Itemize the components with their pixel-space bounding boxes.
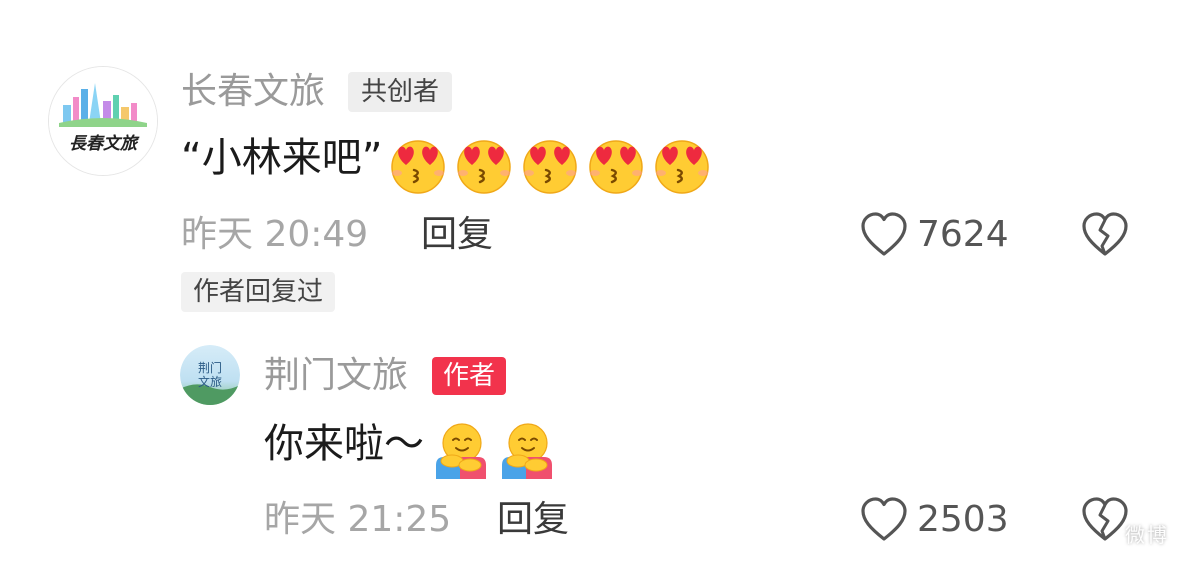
reply-body: 你来啦～ [264,420,556,485]
reply-dislike-broken-heart-icon[interactable] [1081,497,1129,543]
reply-like-heart-icon[interactable] [860,497,908,543]
weibo-watermark: 微博 [1125,523,1169,547]
comment-body: “小林来吧” [181,134,712,199]
smiling-face-with-heart-eyes-icon [388,135,448,199]
svg-text:荆门: 荆门 [198,360,222,375]
co-creator-badge: 共创者 [348,72,453,112]
avatar-jingmen-wenlv[interactable]: 荆门 文旅 [180,345,240,405]
hugging-face-icon [430,421,490,485]
comment-reply-button[interactable]: 回复 [421,215,493,255]
comment-text: “小林来吧” [181,135,383,181]
author-replied-tag[interactable]: 作者回复过 [181,272,336,312]
jingmen-logo-icon: 荆门 文旅 [180,345,240,405]
smiling-face-with-heart-eyes-icon [652,135,712,199]
author-badge: 作者 [432,357,507,395]
changchun-logo-icon: 長春文旅 [49,67,157,175]
like-heart-icon[interactable] [860,212,908,258]
comment-like-count: 7624 [917,214,1009,255]
comment-timestamp: 昨天 20:49 [181,214,369,255]
reply-text: 你来啦～ [264,421,424,467]
reply-reply-button[interactable]: 回复 [497,500,569,540]
reply-emoji-row [424,422,556,479]
smiling-face-with-heart-eyes-icon [454,135,514,199]
svg-text:文旅: 文旅 [198,374,222,389]
smiling-face-with-heart-eyes-icon [586,135,646,199]
avatar-changchun-wenlv[interactable]: 長春文旅 [48,66,158,176]
comment-emoji-row [382,139,712,194]
reply-author-name[interactable]: 荆门文旅 [264,356,408,396]
reply-timestamp: 昨天 21:25 [264,499,452,540]
smiling-face-with-heart-eyes-icon [520,135,580,199]
hugging-face-icon [496,421,556,485]
svg-text:長春文旅: 長春文旅 [69,134,140,154]
dislike-broken-heart-icon[interactable] [1081,212,1129,258]
comment-author-name[interactable]: 长春文旅 [181,72,325,112]
reply-like-count: 2503 [917,499,1009,540]
